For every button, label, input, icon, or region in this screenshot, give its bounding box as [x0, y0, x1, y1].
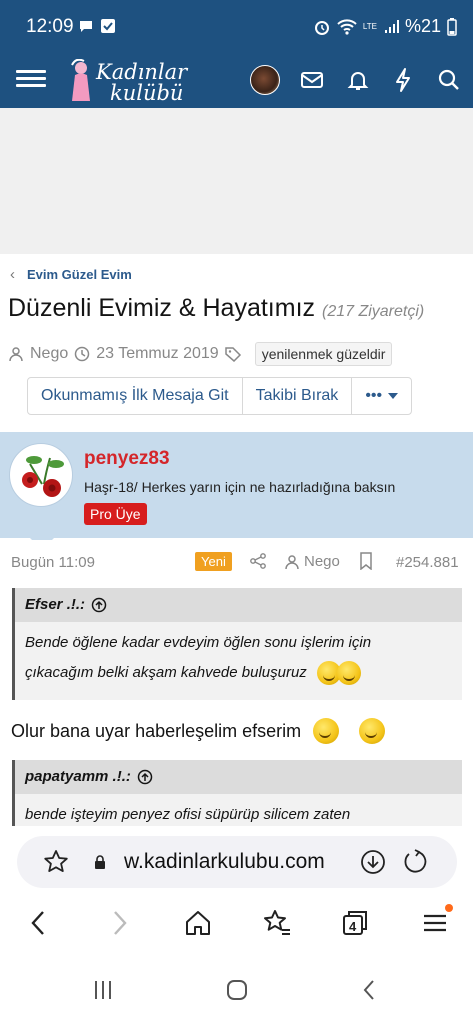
system-back-icon[interactable]	[358, 978, 382, 1002]
post-avatar[interactable]	[9, 443, 73, 507]
forward-icon[interactable]	[104, 908, 134, 938]
browser-nav-bar: 4	[0, 896, 473, 958]
arrow-up-circle-icon[interactable]	[91, 597, 107, 613]
menu-icon[interactable]	[16, 66, 46, 96]
alarm-icon	[314, 20, 329, 35]
notification-dot	[445, 904, 453, 912]
post-mention[interactable]: Nego	[284, 553, 340, 570]
chevron-left-icon: ‹	[10, 266, 15, 283]
share-icon[interactable]	[249, 552, 267, 570]
post-date[interactable]: Bugün 11:09	[11, 554, 95, 571]
caret-down-icon	[388, 393, 399, 399]
thread-date: 23 Temmuz 2019	[96, 345, 219, 362]
ad-placeholder	[0, 108, 473, 254]
url-field[interactable]: w.kadinlarkulubu.com	[17, 836, 457, 888]
check-notification-icon	[101, 19, 115, 33]
more-dots: •••	[365, 387, 383, 404]
user-title: Haşr-18/ Herkes yarın için ne hazırladığ…	[84, 479, 396, 495]
roses-icon	[22, 456, 64, 497]
breadcrumb-link[interactable]: Evim Güzel Evim	[27, 267, 132, 282]
bolt-icon[interactable]	[389, 66, 417, 94]
unfollow-button[interactable]: Takibi Bırak	[243, 378, 353, 414]
status-bar: 12:09 LTE %21	[0, 0, 473, 54]
user-icon	[285, 554, 299, 569]
flower-smiley-icon	[359, 718, 386, 744]
notification-icons	[78, 18, 116, 34]
reply-text: Olur bana uyar haberleşelim efserim	[11, 720, 302, 741]
quote-text-line2: çıkacağım belki akşam kahvede buluşuruz	[25, 663, 307, 681]
hug-smiley-icon	[315, 657, 369, 687]
home-icon[interactable]	[183, 908, 213, 938]
mail-icon[interactable]	[298, 66, 326, 94]
battery-level: %21	[404, 16, 441, 36]
star-icon[interactable]	[43, 849, 69, 875]
new-badge: Yeni	[195, 552, 232, 571]
bell-icon[interactable]	[344, 66, 372, 94]
mention-user: Nego	[304, 553, 340, 570]
post-body: Efser .!.: Bende öğlene kadar evdeyim öğ…	[0, 582, 473, 826]
post-number[interactable]: #254.881	[396, 554, 459, 571]
system-nav-bar	[0, 958, 473, 1024]
home-button-icon[interactable]	[225, 978, 249, 1002]
more-actions-button[interactable]: •••	[352, 378, 411, 414]
recent-apps-icon[interactable]	[91, 978, 115, 1002]
happy-smiley-icon	[313, 718, 340, 744]
signal-icon	[384, 19, 399, 33]
thread-actions: Okunmamış İlk Mesaja Git Takibi Bırak ••…	[27, 377, 413, 415]
download-icon[interactable]	[360, 849, 386, 875]
quote-block: Efser .!.: Bende öğlene kadar evdeyim öğ…	[12, 588, 462, 700]
quote-author-2[interactable]: papatyamm .!.:	[25, 760, 131, 794]
thread-author[interactable]: Nego	[30, 345, 68, 363]
reload-icon[interactable]	[401, 849, 427, 875]
back-icon[interactable]	[24, 908, 54, 938]
quote-block-2: papatyamm .!.: bende işteyim penyez ofis…	[12, 760, 462, 826]
avatar[interactable]	[250, 65, 280, 95]
quote2-text-line1: bende işteyim penyez ofisi süpürüp silic…	[25, 806, 351, 823]
breadcrumb[interactable]: ‹ Evim Güzel Evim	[10, 266, 132, 283]
unread-button[interactable]: Okunmamış İlk Mesaja Git	[28, 378, 243, 414]
battery-icon	[447, 17, 457, 36]
url-text[interactable]: w.kadinlarkulubu.com	[124, 850, 325, 874]
chat-notification-icon	[80, 21, 92, 32]
app-header: Kadınlar kulübü	[0, 54, 473, 108]
browser-menu-button[interactable]	[420, 904, 453, 938]
bookmarks-icon[interactable]	[262, 908, 292, 938]
clock-icon	[75, 346, 90, 362]
browser-url-bar: w.kadinlarkulubu.com	[0, 826, 473, 896]
lock-icon	[95, 855, 105, 869]
tabs-button[interactable]: 4	[340, 908, 370, 938]
bookmark-icon[interactable]	[358, 552, 374, 570]
page-title: Düzenli Evimiz & Hayatımız (217 Ziyaretç…	[8, 294, 424, 323]
status-time: 12:09	[26, 16, 74, 37]
arrow-up-circle-icon[interactable]	[137, 769, 153, 785]
thread-tag[interactable]: yenilenmek güzeldir	[254, 342, 393, 366]
reply-text-row: Olur bana uyar haberleşelim efserim	[11, 718, 386, 744]
network-type: LTE	[362, 21, 377, 31]
post-meta: Bugün 11:09 Yeni Nego #254.881	[0, 540, 473, 582]
status-badge: Pro Üye	[84, 503, 147, 525]
user-icon	[9, 347, 23, 362]
site-logo[interactable]: Kadınlar kulübü	[66, 58, 196, 106]
logo-figure-icon	[71, 59, 90, 101]
thread-title: Düzenli Evimiz & Hayatımız	[8, 294, 316, 322]
logo-line2: kulübü	[110, 81, 184, 105]
visit-count: (217 Ziyaretçi)	[321, 303, 425, 320]
wifi-icon	[337, 18, 357, 35]
search-icon[interactable]	[435, 66, 463, 94]
post-user-header: penyez83 Haşr-18/ Herkes yarın için ne h…	[0, 432, 473, 538]
tab-count: 4	[349, 919, 357, 934]
quote-text-line1: Bende öğlene kadar evdeyim öğlen sonu iş…	[25, 634, 372, 651]
thread-meta: Nego 23 Temmuz 2019 yenilenmek güzeldir	[8, 342, 393, 366]
tags-icon	[224, 347, 241, 362]
menu-icon	[424, 914, 446, 932]
post-username[interactable]: penyez83	[84, 448, 170, 470]
quote-author[interactable]: Efser .!.:	[25, 588, 85, 622]
